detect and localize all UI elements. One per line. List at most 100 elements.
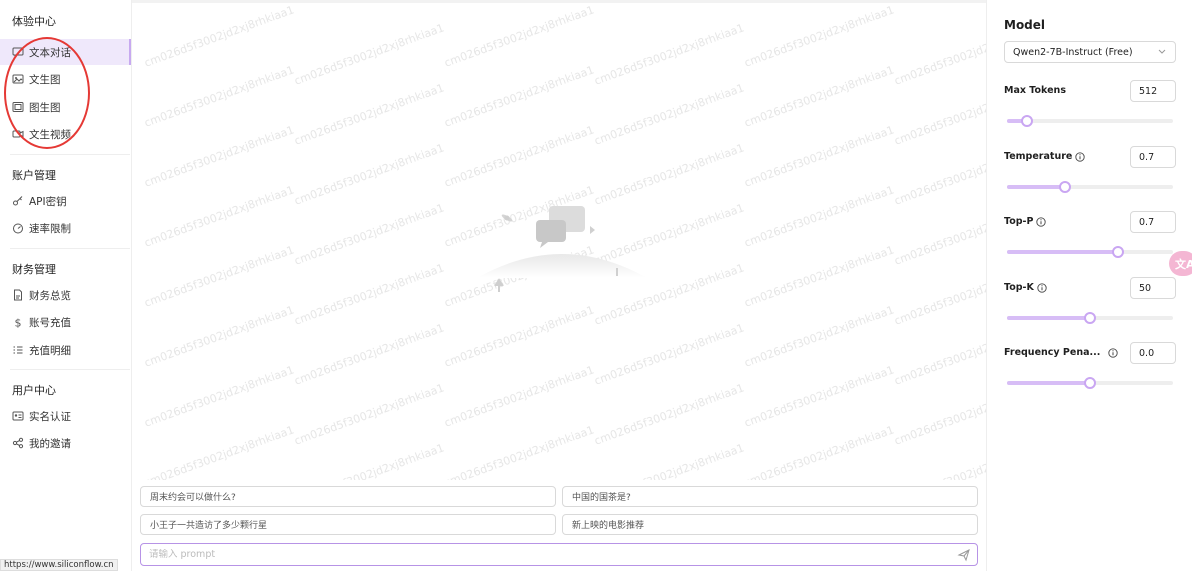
watermark-text: cm026d5f3002jd2xj8rhkiaa1: [592, 441, 746, 480]
sidebar-item-label: 速率限制: [29, 222, 71, 235]
param-slider[interactable]: [1007, 181, 1173, 193]
slider-fill: [1007, 185, 1066, 189]
watermark-text: cm026d5f3002jd2xj8rhkiaa1: [142, 123, 296, 190]
watermark-text: cm026d5f3002jd2xj8rhkiaa1: [142, 3, 296, 70]
watermark-text: cm026d5f3002jd2xj8rhkiaa1: [892, 441, 986, 480]
param-value-input[interactable]: 512: [1130, 80, 1176, 102]
suggestion-chip[interactable]: 中国的国茶是?: [562, 486, 978, 507]
watermark-text: cm026d5f3002jd2xj8rhkiaa1: [442, 303, 596, 370]
watermark-text: cm026d5f3002jd2xj8rhkiaa1: [892, 81, 986, 148]
slider-thumb[interactable]: [1020, 115, 1033, 127]
info-icon[interactable]: [1036, 216, 1047, 227]
slider-thumb[interactable]: [1084, 312, 1096, 324]
sidebar-item-text-to-video[interactable]: 文生视频: [0, 121, 131, 147]
watermark-text: cm026d5f3002jd2xj8rhkiaa1: [892, 201, 986, 268]
model-settings-panel: Model Qwen2-7B-Instruct (Free) Max Token…: [986, 0, 1192, 571]
key-icon: [12, 195, 24, 207]
watermark-text: cm026d5f3002jd2xj8rhkiaa1: [892, 321, 986, 388]
id-card-icon: [12, 410, 24, 422]
chevron-down-icon: [1158, 49, 1166, 54]
param-slider[interactable]: [1007, 377, 1173, 389]
watermark-text: cm026d5f3002jd2xj8rhkiaa1: [742, 3, 896, 70]
param-label-temperature: Temperature: [1004, 151, 1085, 162]
param-value-input[interactable]: 0.7: [1130, 146, 1176, 168]
sidebar-item-label: 文生图: [29, 73, 61, 86]
sidebar-divider: [10, 248, 130, 249]
sidebar-item-label: 文本对话: [29, 46, 71, 59]
sidebar-item-real-name[interactable]: 实名认证: [0, 403, 131, 429]
param-label-text: Frequency Pena...: [1004, 347, 1101, 358]
sidebar-item-label: 文生视频: [29, 128, 71, 141]
watermark-text: cm026d5f3002jd2xj8rhkiaa1: [592, 381, 746, 448]
watermark-text: cm026d5f3002jd2xj8rhkiaa1: [292, 201, 446, 268]
watermark-text: cm026d5f3002jd2xj8rhkiaa1: [442, 3, 596, 70]
watermark-text: cm026d5f3002jd2xj8rhkiaa1: [742, 63, 896, 130]
prompt-box: [140, 543, 978, 566]
info-icon[interactable]: [1075, 151, 1085, 162]
param-value-input[interactable]: 0.7: [1130, 211, 1176, 233]
watermark-text: cm026d5f3002jd2xj8rhkiaa1: [742, 303, 896, 370]
param-slider[interactable]: [1007, 246, 1173, 258]
empty-chat-illustration: [477, 206, 647, 292]
sidebar-item-rate-limit[interactable]: 速率限制: [0, 215, 131, 241]
watermark-text: cm026d5f3002jd2xj8rhkiaa1: [442, 423, 596, 480]
param-value-input[interactable]: 50: [1130, 277, 1176, 299]
param-label-text: Top-K: [1004, 282, 1034, 293]
watermark-text: cm026d5f3002jd2xj8rhkiaa1: [892, 381, 986, 448]
param-label-frequency-pena: Frequency Pena...: [1004, 347, 1118, 358]
send-icon[interactable]: [957, 548, 971, 562]
document-icon: [12, 289, 24, 301]
image-icon: [12, 73, 24, 85]
list-icon: [12, 344, 24, 356]
sidebar-item-invitations[interactable]: 我的邀请: [0, 430, 131, 456]
sidebar-item-label: 实名认证: [29, 410, 71, 423]
sidebar-item-recharge[interactable]: $ 账号充值: [0, 309, 131, 335]
chat-icon: [12, 46, 24, 58]
watermark-text: cm026d5f3002jd2xj8rhkiaa1: [442, 363, 596, 430]
model-select[interactable]: Qwen2-7B-Instruct (Free): [1004, 41, 1176, 63]
slider-thumb[interactable]: [1112, 246, 1125, 258]
info-icon[interactable]: [1037, 282, 1047, 293]
param-value-input[interactable]: 0.0: [1130, 342, 1176, 364]
sidebar-item-label: 财务总览: [29, 289, 71, 302]
sidebar-item-text-to-image[interactable]: 文生图: [0, 66, 131, 92]
watermark-text: cm026d5f3002jd2xj8rhkiaa1: [442, 123, 596, 190]
sidebar-item-label: 账号充值: [29, 316, 71, 329]
suggestion-chip[interactable]: 新上映的电影推荐: [562, 514, 978, 535]
prompt-input[interactable]: [141, 549, 957, 560]
watermark-text: cm026d5f3002jd2xj8rhkiaa1: [742, 423, 896, 480]
info-icon[interactable]: [1108, 347, 1118, 358]
sidebar-item-label: 我的邀请: [29, 437, 71, 450]
param-slider[interactable]: [1007, 115, 1173, 127]
watermark-text: cm026d5f3002jd2xj8rhkiaa1: [742, 123, 896, 190]
param-slider[interactable]: [1007, 312, 1173, 324]
group-title-finance: 财务管理: [12, 263, 56, 276]
param-label-text: Max Tokens: [1004, 85, 1066, 96]
group-title-experience: 体验中心: [12, 15, 56, 28]
sidebar-item-finance-overview[interactable]: 财务总览: [0, 282, 131, 308]
watermark-text: cm026d5f3002jd2xj8rhkiaa1: [292, 261, 446, 328]
translate-float-button[interactable]: 文A: [1169, 251, 1192, 276]
panel-title: Model: [1004, 18, 1046, 32]
sidebar-item-image-to-image[interactable]: 图生图: [0, 94, 131, 120]
watermark-text: cm026d5f3002jd2xj8rhkiaa1: [892, 21, 986, 88]
slider-thumb[interactable]: [1084, 377, 1096, 389]
sidebar-item-text-chat[interactable]: 文本对话: [0, 39, 131, 65]
sidebar-divider: [10, 369, 130, 370]
sidebar-item-api-key[interactable]: API密钥: [0, 188, 131, 214]
chat-main: cm026d5f3002jd2xj8rhkiaa1 cm026d5f3002jd2…: [132, 0, 986, 571]
sidebar-item-label: API密钥: [29, 195, 67, 208]
sidebar-item-label: 图生图: [29, 101, 61, 114]
watermark-text: cm026d5f3002jd2xj8rhkiaa1: [442, 63, 596, 130]
sidebar-item-recharge-details[interactable]: 充值明细: [0, 337, 131, 363]
status-bar-url: https://www.siliconflow.cn: [0, 559, 118, 571]
suggestion-chip[interactable]: 周末约会可以做什么?: [140, 486, 556, 507]
translate-icon: 文A: [1175, 257, 1192, 271]
slider-thumb[interactable]: [1059, 181, 1072, 193]
watermark-text: cm026d5f3002jd2xj8rhkiaa1: [592, 21, 746, 88]
sidebar-divider: [10, 154, 130, 155]
gauge-icon: [12, 222, 24, 234]
model-select-value: Qwen2-7B-Instruct (Free): [1013, 46, 1133, 58]
suggestion-chip[interactable]: 小王子一共造访了多少颗行星: [140, 514, 556, 535]
watermark-text: cm026d5f3002jd2xj8rhkiaa1: [742, 243, 896, 310]
